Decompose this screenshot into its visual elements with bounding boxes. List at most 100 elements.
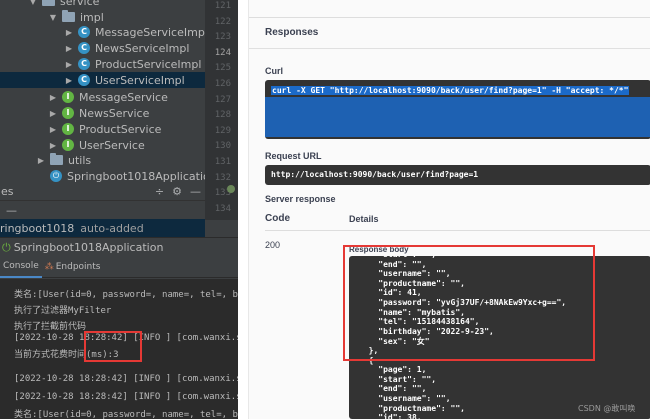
chevron-right-icon[interactable]: ▶ (64, 76, 74, 85)
line-number: 132 (214, 172, 231, 183)
tab-endpoints[interactable]: ⁂ Endpoints (42, 257, 104, 278)
line-number: 134 (214, 203, 231, 214)
response-body-line: "start": "", (359, 374, 437, 384)
chevron-right-icon[interactable]: ▶ (64, 60, 74, 69)
chevron-down-icon[interactable]: ▼ (48, 13, 58, 22)
responses-title: Responses (265, 27, 319, 38)
interface-icon: I (62, 139, 74, 151)
curl-command: curl -X GET "http://localhost:9090/back/… (271, 86, 630, 95)
console-line: 执行了拦截前代码 (14, 322, 87, 332)
tree-item-productserviceimpl[interactable]: ▶ C ProductServiceImpl (64, 56, 202, 72)
response-body-highlight-box (343, 245, 595, 361)
tree-item-newsservice[interactable]: ▶ I NewsService (48, 105, 149, 121)
curl-code-block[interactable]: curl -X GET "http://localhost:9090/back/… (265, 80, 650, 139)
line-number: 129 (214, 125, 231, 136)
divider (0, 200, 205, 201)
server-response-label: Server response (265, 194, 336, 204)
divider (249, 48, 650, 49)
tree-item-label: MessageServiceImpl (95, 25, 208, 39)
chevron-right-icon[interactable]: ▶ (64, 44, 74, 53)
interface-icon: I (62, 91, 74, 103)
tab-console-label: Console (3, 261, 39, 271)
tree-item-label: NewsService (79, 106, 150, 120)
watermark: CSDN @敢叫唤 (578, 404, 636, 413)
console-line: [2022-10-28 18:28:42] [INFO ] [com.wanxi… (14, 374, 238, 384)
class-icon: C (78, 42, 90, 54)
folder-icon (50, 153, 63, 165)
divider (249, 17, 650, 18)
tree-item-label: UserService (79, 138, 145, 152)
console-line: 执行了过滤器MyFilter (14, 306, 112, 316)
tree-item-label: NewsServiceImpl (95, 41, 190, 55)
console-line: [2022-10-28 18:28:42] [INFO ] [com.wanxi… (14, 392, 238, 402)
line-number: 130 (214, 141, 231, 152)
console-line: 类名:[User(id=0, password=, name=, tel=, b… (14, 410, 238, 419)
chevron-right-icon[interactable]: ▶ (36, 156, 46, 165)
services-item-label: ringboot1018 (0, 221, 75, 235)
tab-console[interactable]: Console (0, 257, 42, 278)
details-header: Details (349, 214, 379, 224)
tree-item-messageservice[interactable]: ▶ I MessageService (48, 89, 168, 105)
services-title: es (1, 185, 14, 198)
request-url-label: Request URL (265, 151, 322, 161)
collapse-icon[interactable]: ÷ (155, 185, 164, 198)
console-highlight-box (84, 331, 142, 362)
response-code: 200 (265, 240, 281, 250)
line-number: 123 (214, 32, 231, 43)
minus-icon[interactable]: — (6, 204, 17, 217)
tree-item-service[interactable]: ▼ service (28, 0, 99, 9)
tree-item-label: UserServiceImpl (95, 73, 185, 87)
curl-label: Curl (265, 66, 283, 76)
tree-item-label: utils (68, 153, 92, 167)
services-item-springboot[interactable]: ringboot1018 auto-added (0, 219, 205, 237)
spring-boot-icon: ⏻ (2, 240, 11, 254)
tree-item-messageserviceimpl[interactable]: ▶ C MessageServiceImpl (64, 24, 208, 40)
hide-icon[interactable]: — (190, 185, 201, 198)
services-item-sub: auto-added (80, 221, 144, 235)
tree-item-productservice[interactable]: ▶ I ProductService (48, 121, 162, 137)
response-body-line: "productname": "", (359, 403, 465, 413)
tree-item-userserviceimpl[interactable]: ▶ C UserServiceImpl (0, 72, 205, 88)
interface-icon: I (62, 123, 74, 135)
tree-item-springboot1018application[interactable]: ⏻ Springboot1018Application (36, 168, 217, 184)
request-url-block[interactable]: http://localhost:9090/back/user/find?pag… (265, 165, 650, 185)
class-icon: C (78, 58, 90, 70)
tree-item-label: MessageService (79, 90, 168, 104)
run-config-label: Springboot1018Application (13, 241, 164, 254)
request-url: http://localhost:9090/back/user/find?pag… (271, 170, 479, 179)
tree-item-label: ProductServiceImpl (95, 57, 202, 71)
chevron-right-icon[interactable]: ▶ (48, 109, 58, 118)
chevron-right-icon[interactable]: ▶ (48, 141, 58, 150)
chevron-right-icon[interactable]: ▶ (48, 125, 58, 134)
tree-item-userservice[interactable]: ▶ I UserService (48, 137, 145, 153)
run-tabs: Console ⁂ Endpoints (0, 257, 238, 278)
tree-item-impl[interactable]: ▼ impl (48, 9, 104, 25)
folder-icon (62, 10, 75, 22)
gear-icon[interactable]: ⚙ (172, 185, 182, 198)
line-number: 127 (214, 94, 231, 105)
response-body-line: "username": "", (359, 394, 451, 403)
tree-item-label: Springboot1018Application (67, 169, 217, 183)
tree-item-newsserviceimpl[interactable]: ▶ C NewsServiceImpl (64, 40, 189, 56)
interface-icon: I (62, 107, 74, 119)
tree-item-utils[interactable]: ▶ utils (36, 152, 91, 168)
endpoints-icon: ⁂ (44, 262, 54, 272)
project-tree: ▼ service ▼ impl ▶ C MessageServiceImpl ▶ C NewsS… (0, 0, 217, 183)
line-number: 124 (214, 47, 231, 58)
run-config-bar[interactable]: ⏻ Springboot1018Application (0, 237, 238, 257)
line-number: 131 (214, 157, 231, 167)
class-icon: C (78, 26, 90, 38)
chevron-right-icon[interactable]: ▶ (64, 28, 74, 37)
services-toolbar: es ÷ ⚙ — (0, 183, 205, 200)
chevron-right-icon[interactable]: ▶ (48, 93, 58, 102)
chevron-down-icon[interactable]: ▼ (28, 0, 38, 6)
response-body-line: "id": 38, (359, 413, 422, 419)
tab-endpoints-label: Endpoints (55, 262, 101, 272)
tree-item-label: service (60, 0, 100, 8)
line-number: 125 (214, 63, 231, 74)
response-body-line: "page": 1, (359, 365, 427, 375)
spring-boot-icon: ⏻ (50, 170, 62, 182)
line-number: 121 (214, 1, 231, 11)
tree-item-label: impl (80, 10, 104, 24)
curl-selection (265, 97, 650, 137)
